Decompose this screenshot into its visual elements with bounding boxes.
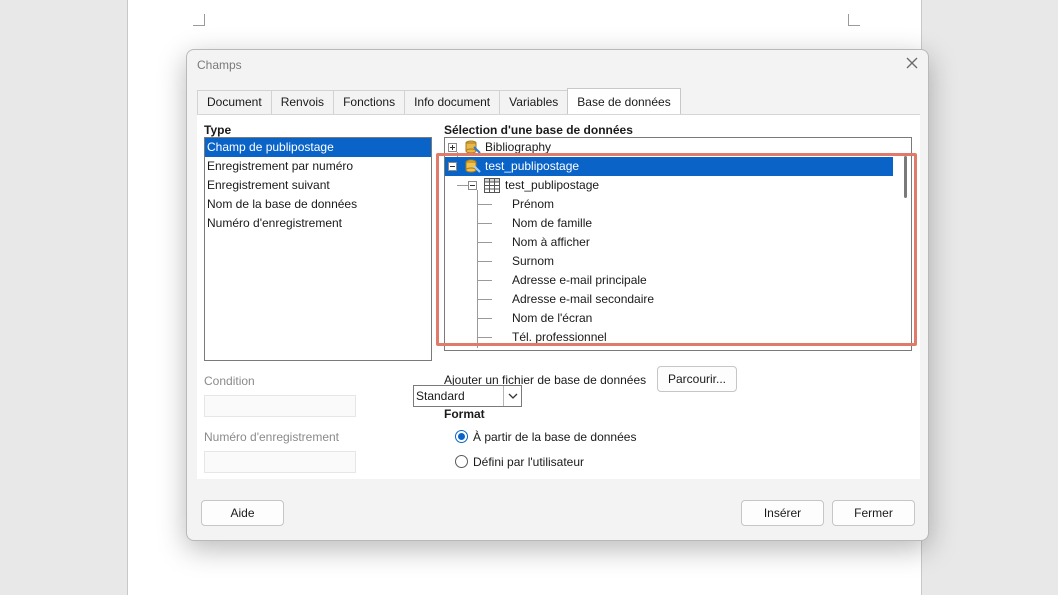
- tree-line: [478, 242, 492, 243]
- close-button[interactable]: Fermer: [832, 500, 915, 526]
- type-item[interactable]: Champ de publipostage: [205, 138, 431, 157]
- tab-bar: Document Renvois Fonctions Info document…: [197, 88, 681, 114]
- type-item[interactable]: Nom de la base de données: [205, 195, 431, 214]
- format-heading: Format: [444, 407, 485, 421]
- type-item[interactable]: Numéro d'enregistrement: [205, 214, 431, 233]
- field-label: Nom à afficher: [512, 235, 590, 249]
- page-corner-mark: [193, 14, 205, 26]
- user-format-select[interactable]: Standard: [413, 385, 522, 407]
- chevron-down-icon[interactable]: [503, 386, 521, 406]
- format-user-defined-label: Défini par l'utilisateur: [473, 455, 585, 469]
- field-label: Adresse e-mail principale: [512, 273, 647, 287]
- tree-item-label: test_publipostage: [485, 159, 580, 173]
- type-list[interactable]: Champ de publipostage Enregistrement par…: [204, 137, 432, 361]
- tab-variables[interactable]: Variables: [499, 90, 569, 114]
- tree-item-bibliography[interactable]: Bibliography: [445, 138, 893, 157]
- user-format-value: Standard: [416, 389, 465, 403]
- tab-document[interactable]: Document: [197, 90, 272, 114]
- browse-button[interactable]: Parcourir...: [657, 366, 737, 392]
- tree-scrollbar[interactable]: [904, 156, 907, 198]
- condition-label: Condition: [204, 374, 255, 388]
- database-icon: [465, 140, 481, 154]
- type-item[interactable]: Enregistrement par numéro: [205, 157, 431, 176]
- tree-line: [478, 204, 492, 205]
- tree-line: [478, 280, 492, 281]
- field-label: Nom de famille: [512, 216, 593, 230]
- tree-item-field[interactable]: Nom à afficher: [445, 233, 893, 252]
- tree-item-field[interactable]: Adresse e-mail principale: [445, 271, 893, 290]
- fields-dialog: Champs Document Renvois Fonctions Info d…: [186, 49, 929, 541]
- tree-item-field[interactable]: Tél. professionnel: [445, 328, 893, 347]
- tree-line: [478, 261, 492, 262]
- tab-doc-info[interactable]: Info document: [404, 90, 501, 114]
- tree-item-field[interactable]: Surnom: [445, 252, 893, 271]
- db-selection-heading: Sélection d'une base de données: [444, 123, 633, 137]
- tab-functions[interactable]: Fonctions: [333, 90, 406, 114]
- help-button[interactable]: Aide: [201, 500, 284, 526]
- format-user-defined-radio[interactable]: [455, 455, 468, 468]
- dialog-title: Champs: [197, 58, 242, 72]
- record-number-input[interactable]: [204, 451, 356, 473]
- database-tree[interactable]: Bibliography test_publipostage test_publ…: [444, 137, 912, 351]
- field-label: Surnom: [512, 254, 555, 268]
- type-item[interactable]: Enregistrement suivant: [205, 176, 431, 195]
- tree-item-label: test_publipostage: [505, 178, 600, 192]
- tree-item-field[interactable]: Adresse e-mail secondaire: [445, 290, 893, 309]
- tree-line: [478, 318, 492, 319]
- table-icon: [484, 178, 500, 193]
- tree-item-table[interactable]: test_publipostage: [445, 176, 893, 195]
- insert-button[interactable]: Insérer: [741, 500, 824, 526]
- field-label: Prénom: [512, 197, 555, 211]
- tree-line: [478, 337, 492, 338]
- tree-item-field[interactable]: Nom de l'écran: [445, 309, 893, 328]
- page-corner-mark: [848, 14, 860, 26]
- field-label: Adresse e-mail secondaire: [512, 292, 655, 306]
- close-icon[interactable]: [904, 55, 920, 71]
- tree-line: [478, 299, 492, 300]
- tree-item-database[interactable]: test_publipostage: [445, 157, 893, 176]
- field-label: Nom de l'écran: [512, 311, 593, 325]
- type-heading: Type: [204, 123, 232, 137]
- expand-icon[interactable]: [448, 143, 457, 152]
- format-from-db-radio[interactable]: [455, 430, 468, 443]
- tree-item-label: Bibliography: [485, 140, 552, 154]
- database-icon: [465, 159, 481, 173]
- tab-database[interactable]: Base de données: [567, 88, 681, 114]
- tab-cross-references[interactable]: Renvois: [270, 90, 335, 114]
- record-number-label: Numéro d'enregistrement: [204, 430, 340, 444]
- collapse-icon[interactable]: [468, 181, 477, 190]
- format-from-db-label: À partir de la base de données: [473, 430, 637, 444]
- tree-item-field[interactable]: Prénom: [445, 195, 893, 214]
- tree-line: [478, 223, 492, 224]
- condition-input[interactable]: [204, 395, 356, 417]
- tree-item-field[interactable]: Nom de famille: [445, 214, 893, 233]
- database-tab-panel: Type Champ de publipostage Enregistremen…: [197, 114, 920, 479]
- collapse-icon[interactable]: [448, 162, 457, 171]
- field-label: Tél. professionnel: [512, 330, 607, 344]
